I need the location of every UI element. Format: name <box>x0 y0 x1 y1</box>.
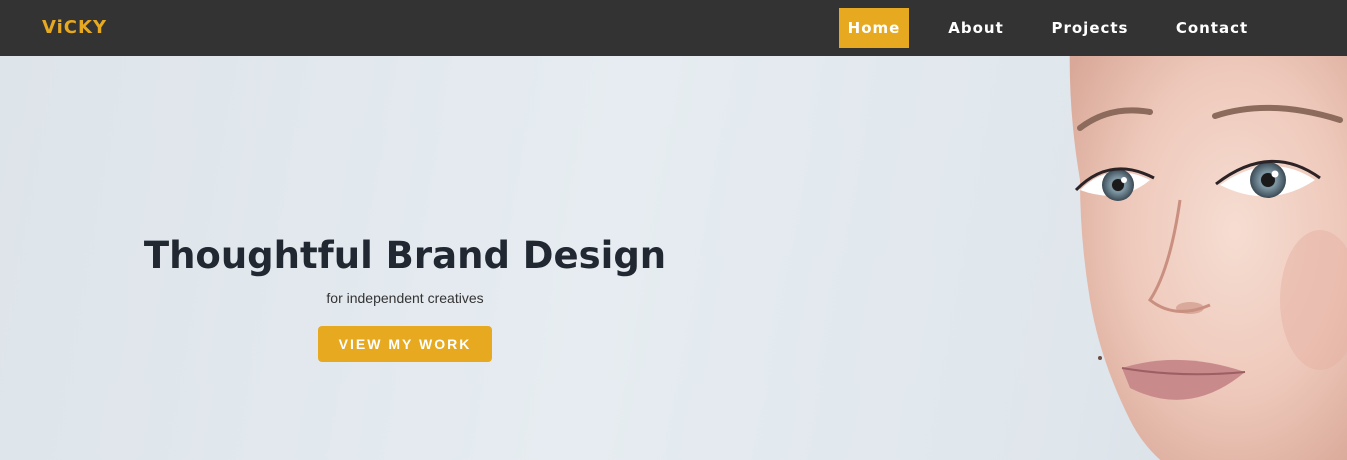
hero-subtitle: for independent creatives <box>326 290 484 306</box>
nav-item-projects[interactable]: Projects <box>1042 8 1138 48</box>
brand-logo[interactable]: ViCKY <box>42 17 107 38</box>
view-my-work-button[interactable]: VIEW MY WORK <box>318 326 492 362</box>
hero-title: Thoughtful Brand Design <box>143 234 667 277</box>
nav-item-contact[interactable]: Contact <box>1166 8 1258 48</box>
hero-portrait-image <box>1069 56 1347 460</box>
navbar: ViCKY Home About Projects Contact <box>0 0 1347 56</box>
nav-item-about[interactable]: About <box>938 8 1014 48</box>
hero-section: Thoughtful Brand Design for independent … <box>0 56 1347 460</box>
nav-item-home[interactable]: Home <box>839 8 909 48</box>
